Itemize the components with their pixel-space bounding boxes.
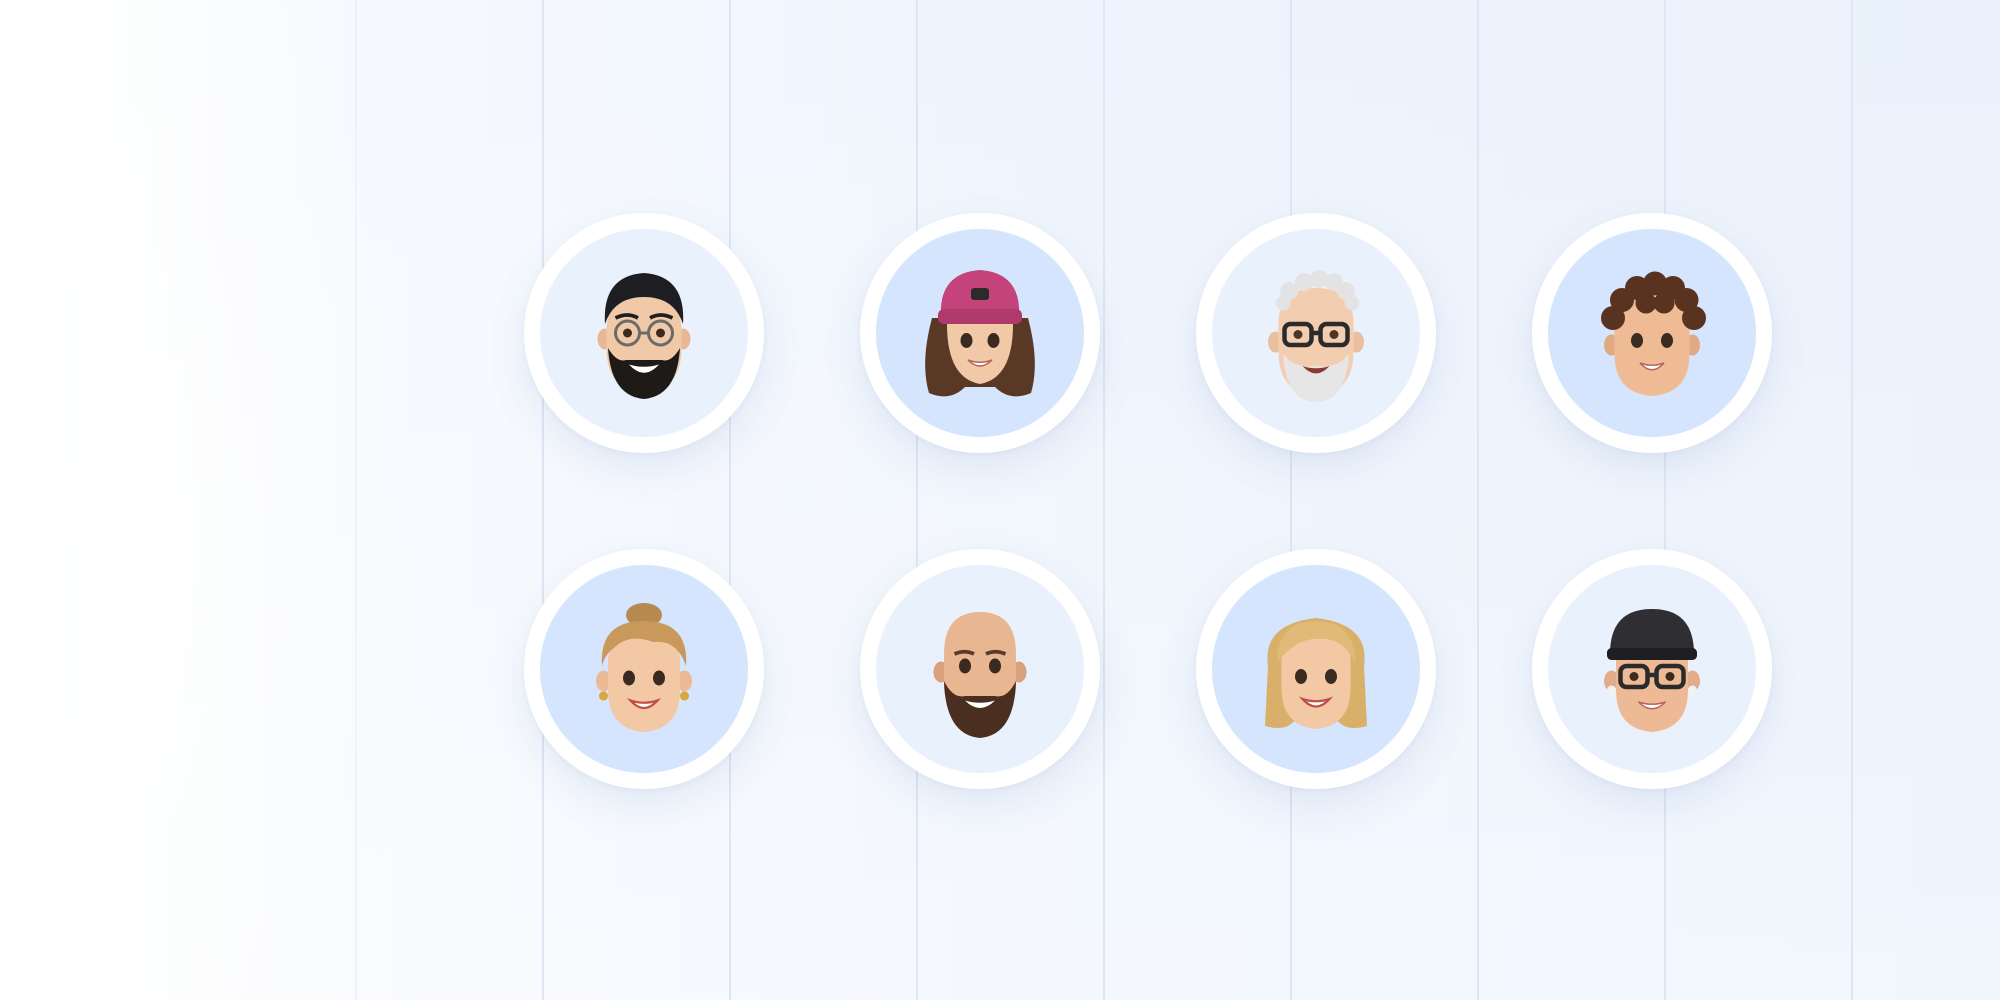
avatar-4-background: [1548, 229, 1756, 437]
memoji-woman-blonde-bob-icon: [1265, 618, 1367, 729]
memoji-man-black-cap-glasses-icon: [1604, 609, 1700, 732]
background-grid: [0, 0, 2000, 1000]
avatar-2: [860, 213, 1100, 453]
avatar-6: [860, 549, 1100, 789]
avatar-8-background: [1548, 565, 1756, 773]
avatar-3: [1196, 213, 1436, 453]
memoji-woman-blonde-bun-earrings-icon: [596, 603, 692, 732]
avatar-5-background: [540, 565, 748, 773]
avatar-8: [1532, 549, 1772, 789]
memoji-older-man-white-hair-glasses-icon: [1268, 270, 1364, 402]
memoji-woman-pink-beanie-icon: [925, 270, 1035, 397]
avatar-6-background: [876, 565, 1084, 773]
avatar-7-background: [1212, 565, 1420, 773]
avatar-5: [524, 549, 764, 789]
memoji-bald-man-beard-icon: [933, 612, 1027, 738]
avatar-7: [1196, 549, 1436, 789]
avatar-2-background: [876, 229, 1084, 437]
memoji-boy-curly-hair-icon: [1601, 271, 1706, 396]
avatar-1: [524, 213, 764, 453]
avatar-4: [1532, 213, 1772, 453]
memoji-man-glasses-beard-icon: [597, 273, 691, 399]
grid-vertical-lines: [355, 0, 1853, 1000]
avatar-3-background: [1212, 229, 1420, 437]
avatar-1-background: [540, 229, 748, 437]
